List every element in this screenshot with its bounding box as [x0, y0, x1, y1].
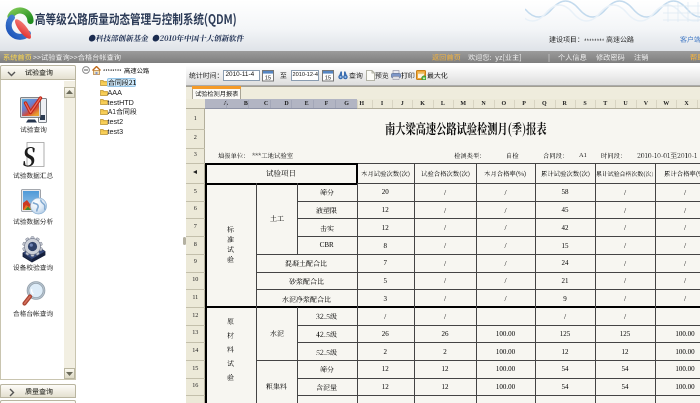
- svg-text:15: 15: [265, 76, 271, 82]
- svg-text:15: 15: [325, 76, 331, 82]
